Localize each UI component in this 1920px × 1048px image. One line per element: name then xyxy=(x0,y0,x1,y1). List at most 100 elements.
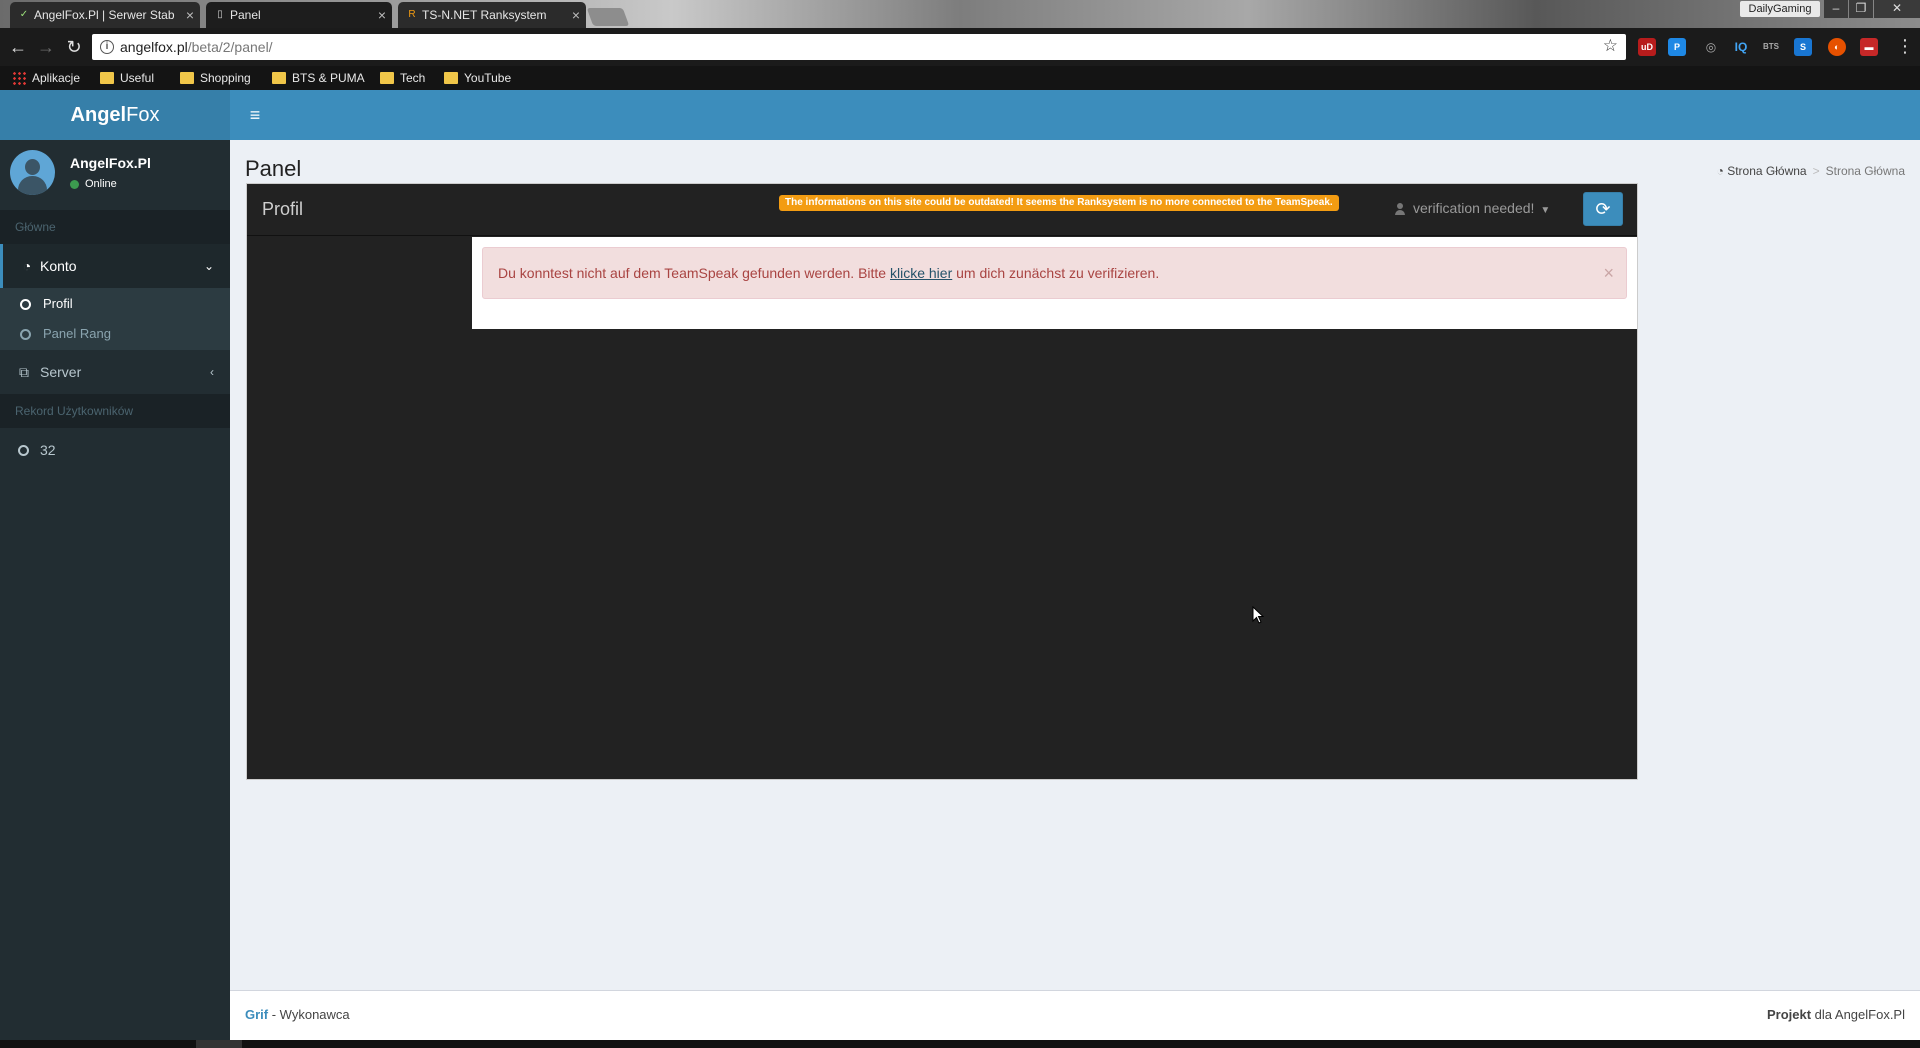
verification-alert: Du konntest nicht auf dem TeamSpeak gefu… xyxy=(482,247,1627,299)
footer-author[interactable]: Grif xyxy=(245,1007,268,1022)
alert-container: Du konntest nicht auf dem TeamSpeak gefu… xyxy=(472,237,1637,329)
bts-extension-icon[interactable]: BTS xyxy=(1762,38,1780,56)
footer-right-text: dla AngelFox.Pl xyxy=(1811,1007,1905,1022)
tab-favicon-icon: ✓ xyxy=(19,9,29,20)
tab-close-icon[interactable]: × xyxy=(186,2,194,28)
folder-icon xyxy=(444,72,458,84)
minimize-icon[interactable]: – xyxy=(1824,0,1848,18)
browser-profile-button[interactable]: DailyGaming xyxy=(1740,1,1820,17)
konto-submenu: Profil Panel Rang xyxy=(0,288,230,350)
bookmark-label: Useful xyxy=(120,71,155,85)
top-navbar: ≡ xyxy=(230,90,1920,140)
sidebar-item-server[interactable]: ⧉ Server ‹ xyxy=(0,350,230,394)
box-header: Profil The informations on this site cou… xyxy=(247,184,1637,236)
browser-tab-angelfox[interactable]: ✓ AngelFox.Pl | Serwer Stab × xyxy=(10,2,200,28)
sidebar: AngelFox.Pl Online Główne ◔ Konto ⌄ Prof… xyxy=(0,140,230,1048)
record-value: 32 xyxy=(40,442,56,458)
chevron-down-icon: ⌄ xyxy=(203,259,214,273)
url-field[interactable]: i angelfox.pl/beta/2/panel/ ☆ xyxy=(92,34,1626,60)
chevron-left-icon: ‹ xyxy=(210,365,214,379)
profile-box: Profil The informations on this site cou… xyxy=(246,183,1638,780)
app-logo[interactable]: AngelFox xyxy=(0,90,230,140)
tab-title: TS-N.NET Ranksystem xyxy=(422,8,547,22)
bookmark-label: BTS & PUMA xyxy=(292,71,365,85)
folder-icon xyxy=(180,72,194,84)
page-icon: ▯ xyxy=(217,9,223,20)
ranksystem-favicon-icon: R xyxy=(408,9,416,20)
box-title: Profil xyxy=(262,199,304,219)
red-extension-icon[interactable]: ▬ xyxy=(1860,38,1878,56)
reload-icon[interactable]: ↻ xyxy=(64,37,84,57)
apps-grid-icon xyxy=(12,71,26,85)
verification-dropdown[interactable]: verification needed! ▼ xyxy=(1395,200,1550,216)
logo-bold: Angel xyxy=(70,104,127,126)
sidebar-toggle-icon[interactable]: ≡ xyxy=(244,104,266,126)
sidebar-item-label: Server xyxy=(40,364,82,380)
bookmark-label: YouTube xyxy=(464,71,512,85)
breadcrumb: ◔ Strona Główna > Strona Główna xyxy=(1716,164,1905,178)
bookmark-label: Aplikacje xyxy=(32,71,81,85)
sidebar-header-record: Rekord Użytkowników xyxy=(0,394,230,428)
folder-icon xyxy=(100,72,114,84)
window-close-icon[interactable]: ✕ xyxy=(1874,0,1920,18)
online-dot-icon xyxy=(70,180,79,189)
bookmark-label: Shopping xyxy=(200,71,251,85)
bookmarks-bar: Aplikacje Useful Shopping BTS & PUMA Tec… xyxy=(0,66,1920,90)
bookmark-youtube[interactable]: YouTube xyxy=(444,69,511,87)
folder-icon xyxy=(380,72,394,84)
alert-text: Du konntest nicht auf dem TeamSpeak gefu… xyxy=(498,265,890,281)
sidebar-item-profil[interactable]: Profil xyxy=(0,289,230,319)
lightbulb-extension-icon[interactable]: ◎ xyxy=(1702,38,1720,56)
sidebar-item-label: Panel Rang xyxy=(43,326,111,341)
breadcrumb-home[interactable]: Strona Główna xyxy=(1727,164,1806,178)
extension-icon[interactable]: P xyxy=(1668,38,1686,56)
footer-left-text: - Wykonawca xyxy=(268,1007,350,1022)
circle-icon xyxy=(18,445,29,456)
bookmark-bts-puma[interactable]: BTS & PUMA xyxy=(272,69,365,87)
sidebar-item-panel-rang[interactable]: Panel Rang xyxy=(0,319,230,349)
bookmark-label: Tech xyxy=(400,71,426,85)
iq-extension-icon[interactable]: IQ xyxy=(1732,38,1750,56)
user-status: Online xyxy=(70,178,117,190)
forward-arrow-icon[interactable]: → xyxy=(36,37,56,57)
user-name: AngelFox.Pl xyxy=(70,155,151,171)
tab-title: AngelFox.Pl | Serwer Stab xyxy=(34,8,175,22)
dashboard-icon: ◔ xyxy=(1716,164,1728,178)
mouse-cursor-icon xyxy=(1252,606,1264,624)
refresh-button[interactable]: ⟳ xyxy=(1583,192,1623,226)
tab-close-icon[interactable]: × xyxy=(378,2,386,28)
caret-down-icon: ▼ xyxy=(1540,205,1551,216)
page-title: Panel xyxy=(245,156,302,181)
new-tab-button[interactable] xyxy=(586,8,630,26)
browser-tab-strip: ✓ AngelFox.Pl | Serwer Stab × ▯ Panel × … xyxy=(0,0,1920,28)
alert-close-icon[interactable]: × xyxy=(1603,248,1614,298)
dashboard-icon: ◔ xyxy=(22,258,32,274)
url-path: /beta/2/panel/ xyxy=(187,39,273,55)
verify-link[interactable]: klicke hier xyxy=(890,265,952,281)
tab-title: Panel xyxy=(230,8,261,22)
tab-close-icon[interactable]: × xyxy=(572,2,580,28)
browser-tab-ranksystem[interactable]: R TS-N.NET Ranksystem × xyxy=(398,2,586,28)
bookmark-apps[interactable]: Aplikacje xyxy=(12,69,80,87)
sidebar-header-main: Główne xyxy=(0,210,230,244)
sidebar-item-record: 32 xyxy=(0,428,230,472)
folder-icon xyxy=(272,72,286,84)
bookmark-star-icon[interactable]: ☆ xyxy=(1603,36,1618,56)
bookmark-tech[interactable]: Tech xyxy=(380,69,425,87)
restore-icon[interactable]: ❐ xyxy=(1849,0,1873,18)
os-taskbar xyxy=(0,1040,1920,1048)
bookmark-shopping[interactable]: Shopping xyxy=(180,69,251,87)
browser-tab-panel[interactable]: ▯ Panel × xyxy=(206,2,392,28)
ublock-extension-icon[interactable]: uD xyxy=(1638,38,1656,56)
user-icon xyxy=(1395,203,1405,215)
browser-menu-icon[interactable]: ⋮ xyxy=(1896,37,1914,55)
orange-extension-icon[interactable]: ◐ xyxy=(1828,38,1846,56)
avatar xyxy=(10,150,55,195)
skype-extension-icon[interactable]: S xyxy=(1794,38,1812,56)
outdated-warning-badge: The informations on this site could be o… xyxy=(779,195,1339,211)
bookmark-useful[interactable]: Useful xyxy=(100,69,154,87)
back-arrow-icon[interactable]: ← xyxy=(8,37,28,57)
site-info-icon[interactable]: i xyxy=(100,40,114,54)
status-label: Online xyxy=(85,178,117,190)
sidebar-item-konto[interactable]: ◔ Konto ⌄ xyxy=(0,244,230,288)
